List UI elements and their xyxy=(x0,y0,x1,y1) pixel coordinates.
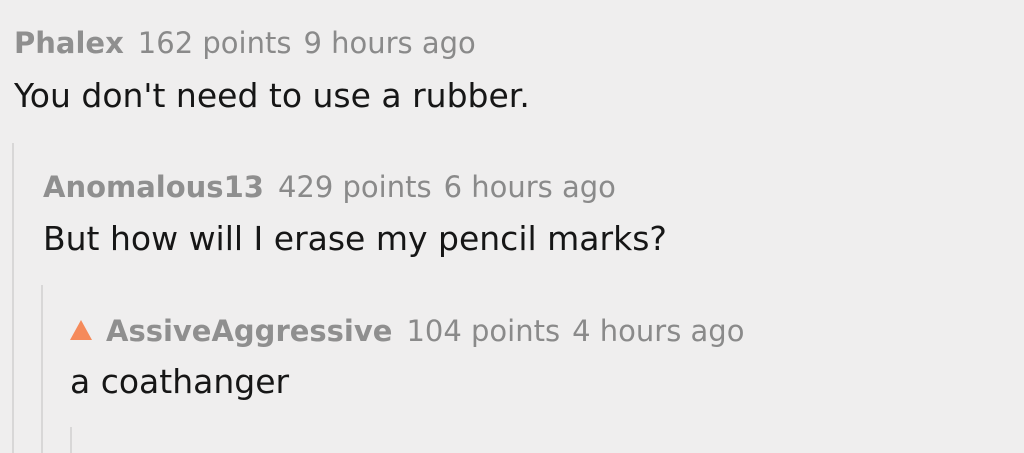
comment-points: 429 points xyxy=(277,170,432,204)
comment-author[interactable]: Anomalous13 xyxy=(43,170,264,204)
op-triangle-icon xyxy=(70,320,92,340)
comment-author[interactable]: Phalex xyxy=(14,26,124,60)
thread-line-level-3 xyxy=(70,427,72,453)
comment-timestamp: 6 hours ago xyxy=(443,170,616,204)
comment-points: 162 points xyxy=(137,26,292,60)
comment-author[interactable]: AssiveAggressive xyxy=(106,314,392,348)
comment-phalex[interactable]: Phalex 162 points 9 hours ago You don't … xyxy=(0,0,1024,140)
comment-meta: AssiveAggressive 104 points 4 hours ago xyxy=(70,314,744,348)
comment-body: But how will I erase my pencil marks? xyxy=(43,219,667,258)
comment-meta: Phalex 162 points 9 hours ago xyxy=(14,26,476,60)
comment-meta: Anomalous13 429 points 6 hours ago xyxy=(43,170,616,204)
comment-anomalous13[interactable]: Anomalous13 429 points 6 hours ago But h… xyxy=(0,143,1024,283)
comment-body: a coathanger xyxy=(70,362,290,401)
comment-assiveaggressive[interactable]: AssiveAggressive 104 points 4 hours ago … xyxy=(0,286,1024,426)
comment-body: You don't need to use a rubber. xyxy=(14,76,530,115)
comment-points: 104 points xyxy=(406,314,561,348)
comment-timestamp: 4 hours ago xyxy=(572,314,745,348)
comment-timestamp: 9 hours ago xyxy=(303,26,476,60)
